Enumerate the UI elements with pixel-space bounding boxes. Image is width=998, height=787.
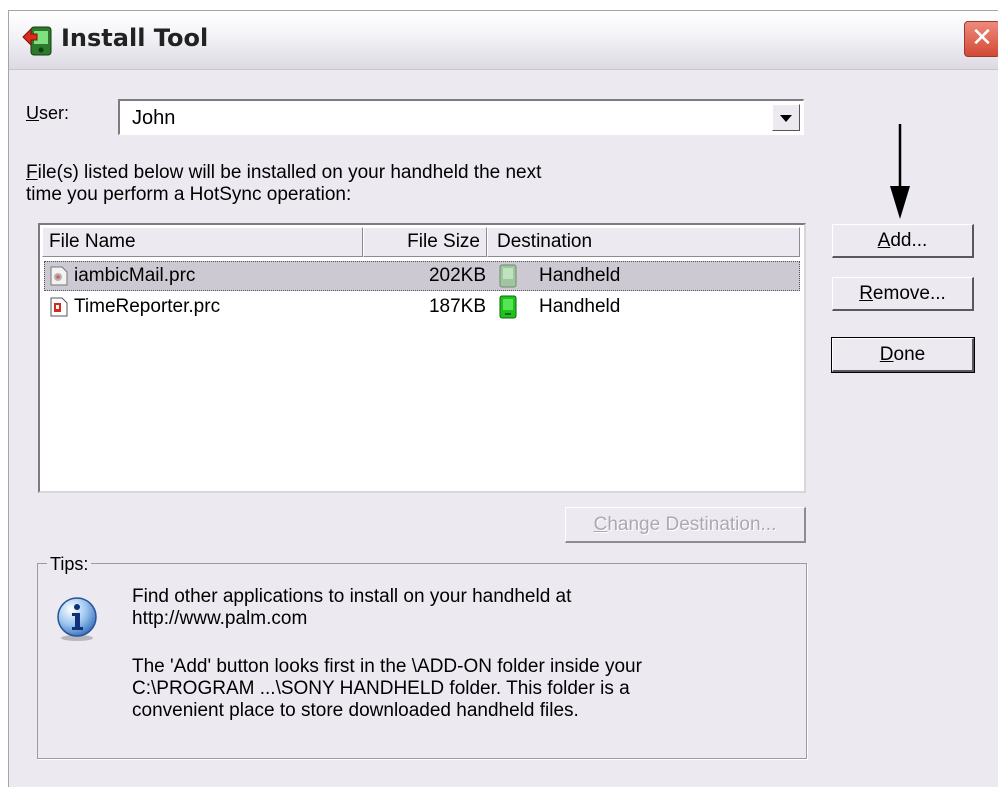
handheld-icon xyxy=(499,264,517,288)
prc-file-icon xyxy=(50,297,68,317)
tips-text-website: Find other applications to install on yo… xyxy=(132,586,572,629)
user-label: User: xyxy=(26,103,70,123)
file-destination: Handheld xyxy=(539,296,621,317)
tips-label: Tips: xyxy=(47,554,92,575)
palm-install-icon xyxy=(22,26,52,56)
down-arrow-annotation xyxy=(890,124,910,219)
info-icon xyxy=(57,597,97,641)
close-button[interactable]: ✕ xyxy=(964,21,998,57)
file-list[interactable]: File Name File Size Destination iambicMa… xyxy=(38,223,806,493)
install-tool-window: Install Tool ✕ User: John File(s) listed… xyxy=(8,10,998,787)
file-name: TimeReporter.prc xyxy=(74,296,221,317)
file-destination: Handheld xyxy=(539,265,621,286)
column-header-file-size[interactable]: File Size xyxy=(363,227,487,257)
handheld-icon xyxy=(499,295,517,319)
file-size: 187KB xyxy=(428,296,486,317)
change-destination-button[interactable]: Change Destination... xyxy=(565,507,806,543)
tips-text-add-folder: The 'Add' button looks first in the \ADD… xyxy=(132,656,642,721)
title-bar[interactable]: Install Tool ✕ xyxy=(9,11,998,70)
done-button[interactable]: Done xyxy=(831,337,975,373)
file-row[interactable]: TimeReporter.prc 187KB Handheld xyxy=(44,292,800,322)
user-dropdown-value: John xyxy=(132,107,176,129)
install-instructions: File(s) listed below will be installed o… xyxy=(26,162,542,205)
prc-file-icon xyxy=(50,266,68,286)
file-size: 202KB xyxy=(428,265,486,286)
file-name: iambicMail.prc xyxy=(74,265,196,286)
chevron-down-icon[interactable] xyxy=(772,104,800,131)
user-dropdown[interactable]: John xyxy=(118,99,804,135)
window-title: Install Tool xyxy=(61,24,209,52)
column-header-destination[interactable]: Destination xyxy=(487,227,800,257)
file-row[interactable]: iambicMail.prc 202KB Handheld xyxy=(44,261,800,291)
add-button[interactable]: Add... xyxy=(832,224,974,258)
remove-button[interactable]: Remove... xyxy=(832,277,974,311)
column-header-file-name[interactable]: File Name xyxy=(42,227,363,257)
